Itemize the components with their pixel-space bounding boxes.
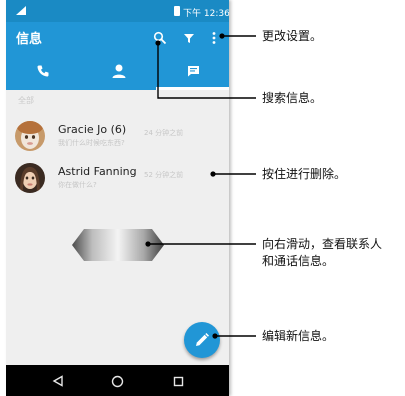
message-preview: 你在做什么? [58,181,97,189]
back-button[interactable] [49,372,67,390]
callout-search: 搜索信息。 [262,91,323,105]
search-icon[interactable] [153,31,167,45]
callout-swipe-line1: 向右滑动，查看联系人 [262,237,383,251]
app-title: 信息 [16,32,43,47]
recents-square-icon [173,376,183,386]
message-time: 24 分钟之前 [144,129,184,137]
contact-name: Astrid Fanning [58,165,137,178]
message-time: 52 分钟之前 [144,171,184,179]
navigation-bar [6,365,229,396]
signal-icon [16,6,26,15]
home-button[interactable] [108,372,126,390]
avatar [15,163,45,193]
status-time: 下午 12:36 [183,9,229,19]
filter-icon[interactable] [182,31,196,45]
swipe-right-graphic [72,229,164,261]
home-circle-icon [111,375,123,387]
callout-delete: 按住进行删除。 [262,167,347,181]
pencil-icon [196,333,209,346]
section-header: 全部 [18,96,34,105]
compose-button[interactable] [184,322,220,358]
conversation-row[interactable]: Astrid Fanning 你在做什么? 52 分钟之前 [6,157,229,201]
phone-icon [37,65,49,77]
callout-compose: 编辑新信息。 [262,329,335,343]
recents-button[interactable] [169,372,187,390]
tab-messages[interactable] [156,52,229,90]
more-vert-icon[interactable] [207,31,221,45]
back-triangle-icon [52,375,63,387]
contact-name: Gracie Jo (6) [58,123,127,136]
status-bar: 下午 12:36 [6,0,229,22]
tab-contacts[interactable] [82,52,156,90]
avatar [15,121,45,151]
tab-calls[interactable] [6,52,80,90]
person-icon [112,64,126,78]
message-icon [187,66,199,77]
app-bar: 信息 [6,22,229,52]
callout-swipe-line2: 和通话信息。 [262,254,335,268]
message-preview: 我们什么时候吃东西? [58,139,125,147]
callout-settings: 更改设置。 [262,29,323,43]
phone-screen: 下午 12:36 信息 全部 Gracie Jo (6) 我们什么时候吃东西? … [6,0,229,396]
conversation-row[interactable]: Gracie Jo (6) 我们什么时候吃东西? 24 分钟之前 [6,115,229,159]
battery-icon [174,6,180,16]
tab-bar [6,52,229,90]
